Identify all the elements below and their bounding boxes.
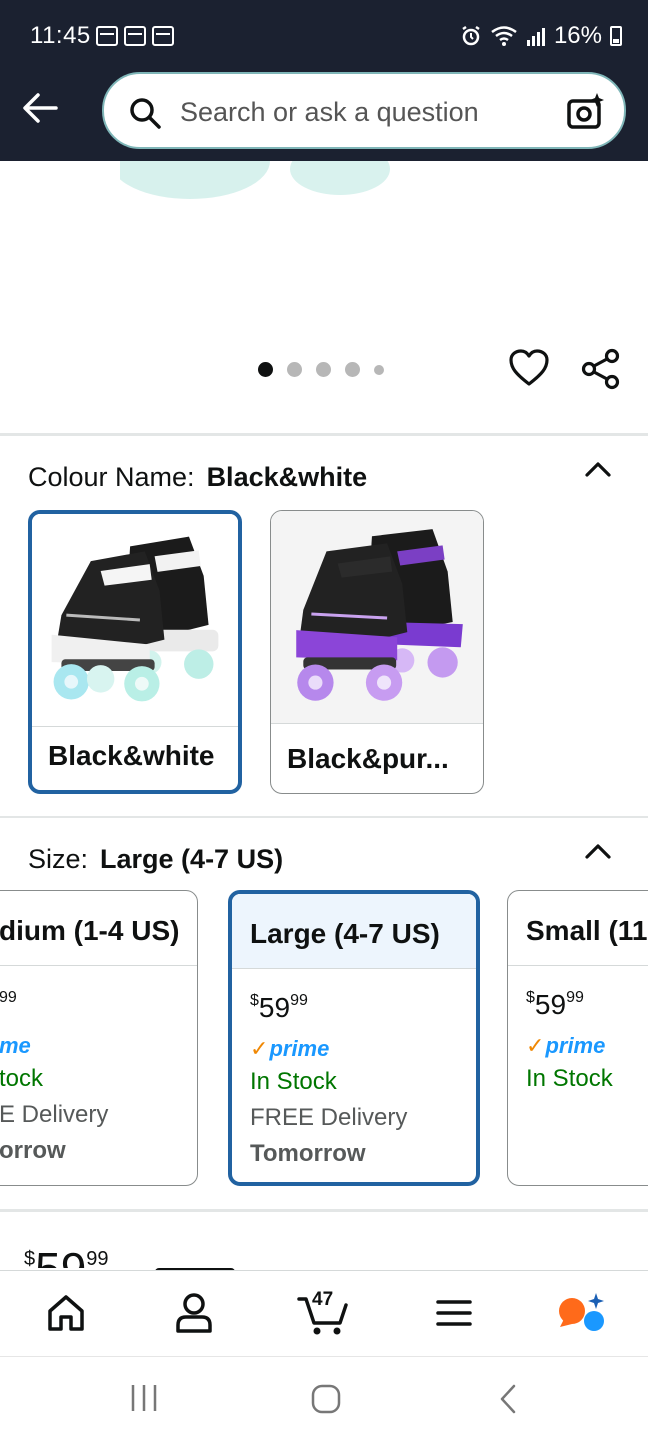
delivery-day: Tomorrow — [250, 1140, 366, 1167]
system-nav-bar — [0, 1356, 648, 1440]
colour-option-black-white[interactable]: Black&white — [28, 510, 242, 794]
size-option-large[interactable]: Large (4-7 US) $5999 ✓prime In Stock FRE… — [228, 890, 480, 1186]
prime-check-icon: ✓ — [250, 1036, 269, 1061]
size-option-header: Small (11 — [508, 891, 648, 966]
delivery-text: FREE Delivery — [250, 1104, 408, 1131]
price-fraction: 99 — [566, 989, 584, 1006]
bottom-nav: 47 — [0, 1270, 648, 1356]
battery-icon — [610, 26, 622, 46]
colour-label: Colour Name: — [28, 462, 195, 492]
section-divider — [0, 433, 648, 436]
product-image — [120, 161, 390, 199]
recent-apps-icon[interactable] — [128, 1383, 160, 1413]
carousel-dot[interactable] — [345, 362, 360, 377]
share-icon[interactable] — [580, 348, 622, 390]
size-option-header: Large (4-7 US) — [232, 894, 476, 969]
stock-status: In Stock — [526, 1065, 613, 1092]
system-back-icon[interactable] — [496, 1383, 520, 1415]
search-bar[interactable]: Search or ask a question — [102, 72, 626, 149]
size-option-header: dium (1-4 US) — [0, 891, 197, 966]
colour-selected: Black&white — [206, 462, 368, 492]
delivery-day: orrow — [0, 1137, 66, 1164]
price-peek-whole: 59 — [35, 1243, 86, 1268]
skate-image-black-white — [32, 514, 238, 727]
price-fraction: 99 — [0, 989, 17, 1006]
search-input[interactable]: Search or ask a question — [180, 97, 479, 128]
prime-text: prime — [545, 1033, 606, 1058]
size-label: Size: — [28, 844, 89, 874]
home-button-icon[interactable] — [310, 1383, 342, 1415]
wifi-icon — [491, 26, 517, 46]
header: 11:45 16% Search or ask a question — [0, 0, 648, 161]
menu-icon[interactable] — [430, 1289, 478, 1337]
price-whole: 59 — [258, 992, 291, 1023]
carousel-dots — [258, 362, 384, 377]
product-page: 11:45 16% Search or ask a question Colou… — [0, 0, 648, 1440]
price-fraction: 99 — [290, 992, 308, 1009]
account-icon[interactable] — [170, 1289, 218, 1337]
stock-status: In Stock — [250, 1068, 337, 1095]
app-notification-icon — [124, 26, 146, 46]
colour-option-label: Black&pur... — [287, 743, 449, 774]
carousel-dot[interactable] — [316, 362, 331, 377]
size-option-price: $5999 — [526, 989, 584, 1020]
colour-heading: Colour Name: Black&white — [28, 462, 367, 493]
back-arrow-icon[interactable] — [20, 88, 60, 128]
prime-check-icon: ✓ — [526, 1033, 545, 1058]
colour-option-label: Black&white — [48, 740, 215, 771]
camera-search-icon[interactable] — [566, 91, 606, 131]
prime-badge: ✓prime — [526, 1033, 605, 1059]
cart-count: 47 — [312, 1289, 334, 1310]
section-divider — [0, 816, 648, 818]
size-option-name: Small (11 — [526, 915, 648, 946]
rufus-assistant-icon[interactable] — [556, 1289, 604, 1337]
system-status: 16% — [460, 22, 622, 50]
skate-image-black-purple — [271, 511, 483, 724]
size-option-name: Large (4-7 US) — [250, 918, 440, 949]
gallery-notification-icon — [96, 26, 118, 46]
carousel-dot[interactable] — [258, 362, 273, 377]
stock-status: tock — [0, 1065, 44, 1092]
size-option-small[interactable]: Small (11 $5999 ✓prime In Stock — [507, 890, 648, 1186]
price-peek-fraction: 99 — [86, 1248, 109, 1268]
carousel-dot[interactable] — [287, 362, 302, 377]
chevron-up-icon[interactable] — [584, 842, 612, 860]
section-divider — [0, 1209, 648, 1212]
notification-icons — [96, 26, 174, 46]
prime-badge: ✓prime — [250, 1036, 329, 1062]
product-image-carousel[interactable] — [0, 161, 648, 433]
search-icon — [130, 98, 161, 129]
app-notification-icon-2 — [152, 26, 174, 46]
size-option-price: 99 — [0, 989, 17, 1021]
size-option-medium[interactable]: dium (1-4 US) 99 me tock E Delivery orro… — [0, 890, 198, 1186]
chevron-up-icon[interactable] — [584, 460, 612, 478]
price-whole: 59 — [534, 989, 567, 1020]
size-selected: Large (4-7 US) — [100, 844, 284, 874]
prime-badge: me — [0, 1033, 31, 1058]
home-icon[interactable] — [42, 1289, 90, 1337]
battery-percent: 16% — [553, 22, 602, 49]
carousel-dot[interactable] — [374, 364, 384, 375]
prime-text: prime — [269, 1036, 330, 1061]
size-heading: Size: Large (4-7 US) — [28, 844, 283, 875]
delivery-text: E Delivery — [0, 1101, 109, 1128]
signal-icon — [526, 28, 545, 46]
colour-option-black-purple[interactable]: Black&pur... — [270, 510, 484, 794]
status-time: 11:45 — [30, 22, 91, 49]
status-bar: 11:45 16% — [0, 0, 648, 72]
alarm-icon — [462, 25, 480, 46]
size-option-name: dium (1-4 US) — [0, 915, 180, 946]
heart-icon[interactable] — [508, 348, 550, 388]
price-peek: $5999 — [24, 1242, 109, 1268]
size-option-price: $5999 — [250, 992, 308, 1023]
